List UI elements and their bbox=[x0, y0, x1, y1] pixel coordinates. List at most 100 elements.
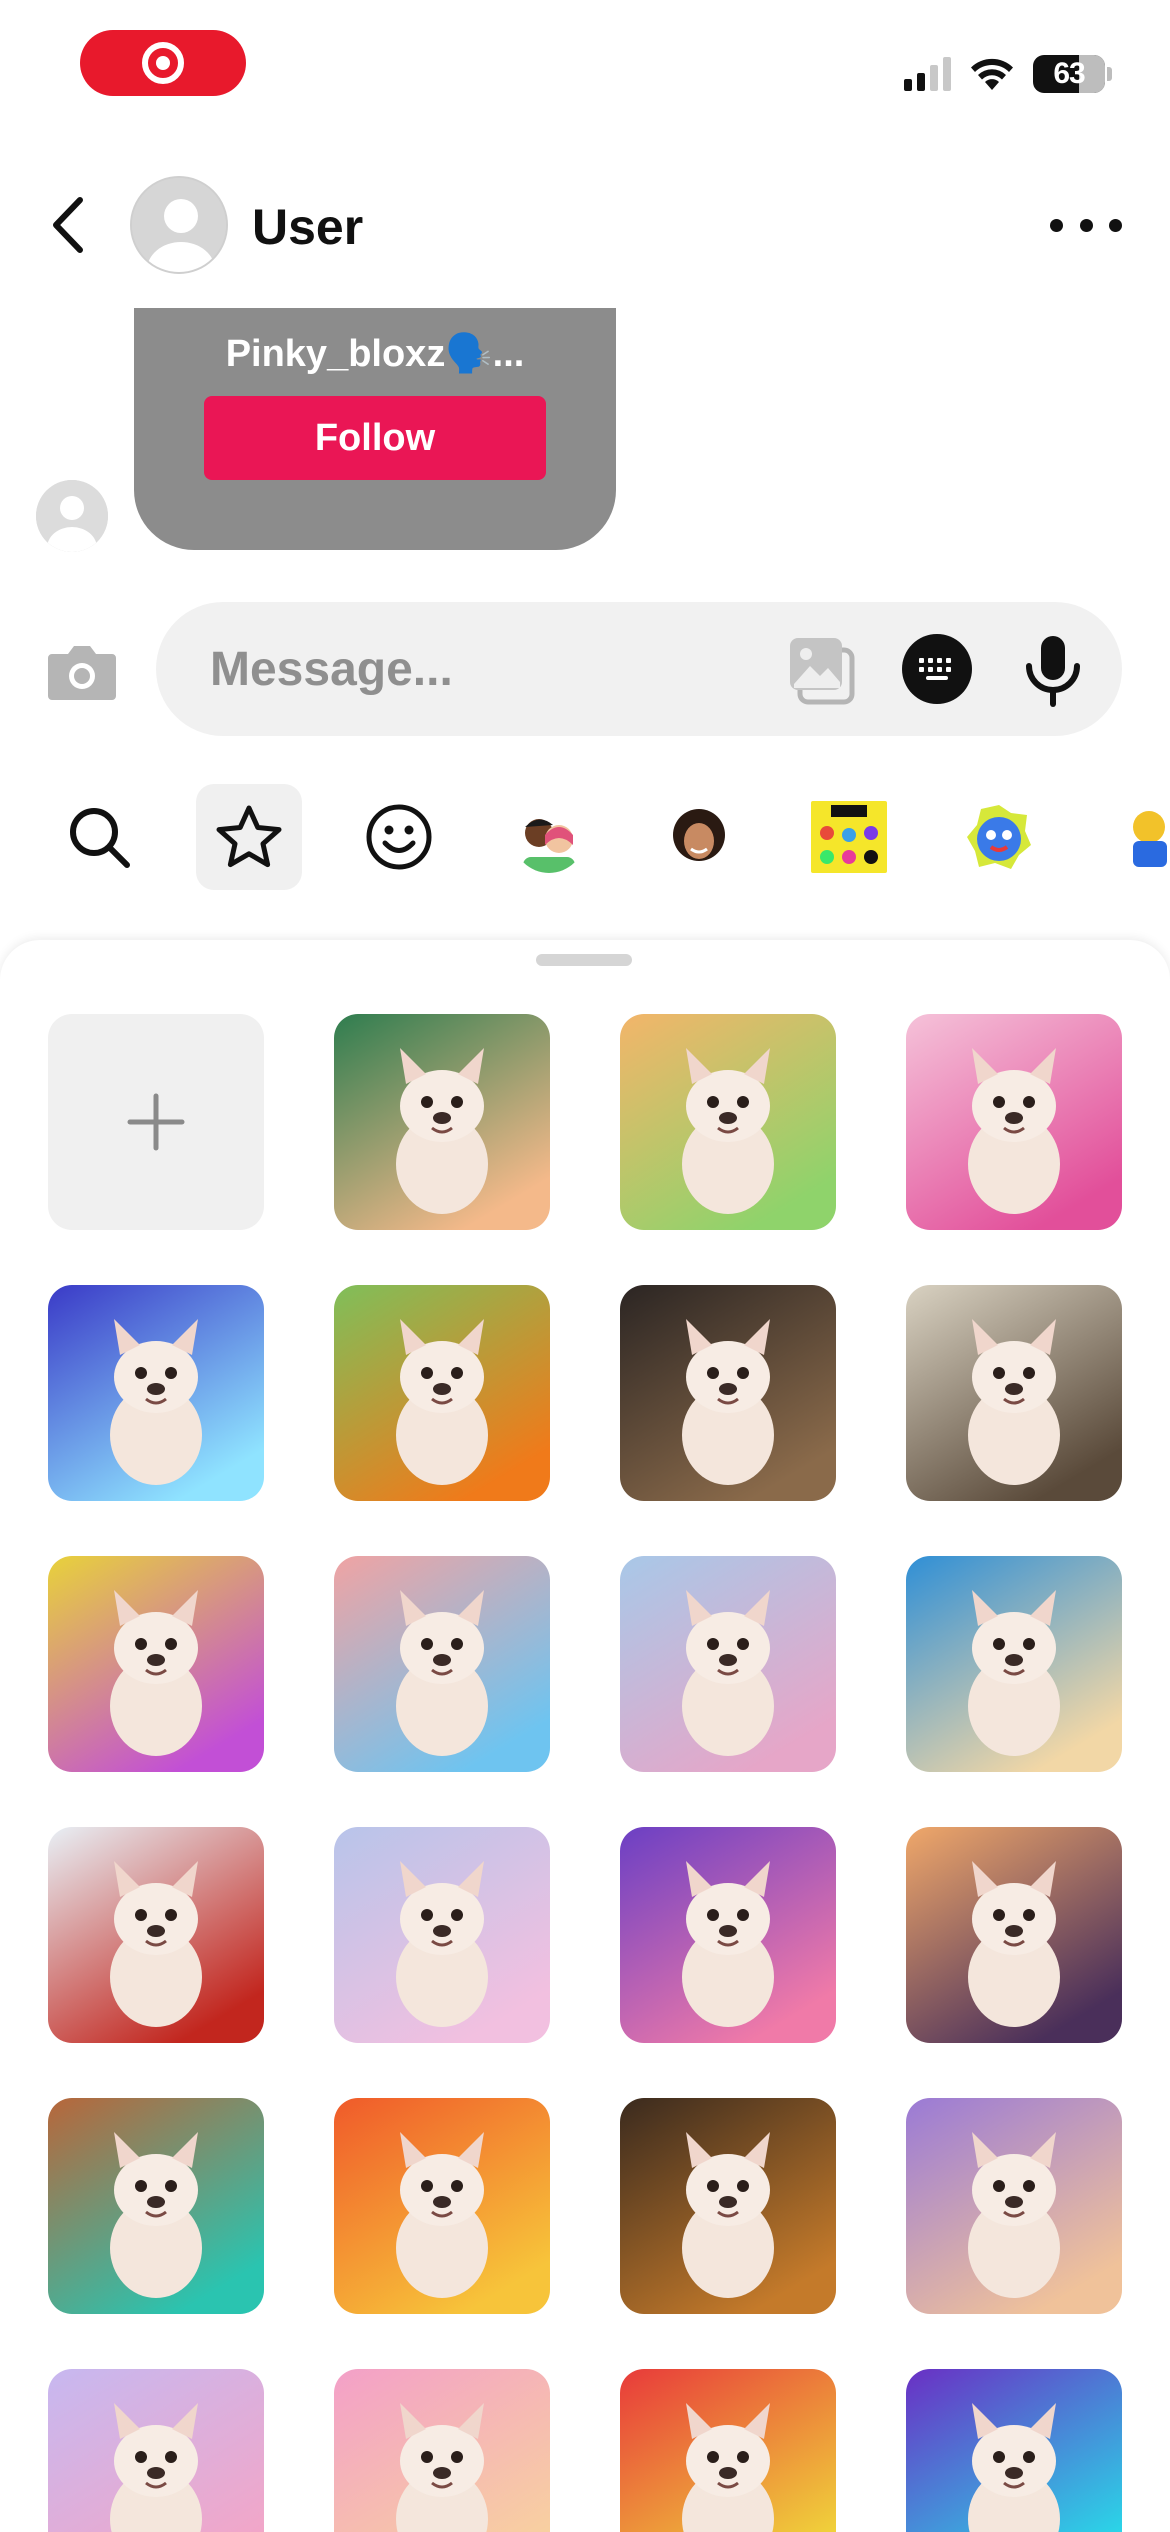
more-button[interactable] bbox=[1050, 202, 1122, 248]
bunny-ears-puppy-image bbox=[620, 1014, 836, 1230]
tab-favorites[interactable] bbox=[196, 784, 302, 890]
battery-level: 63 bbox=[1053, 57, 1085, 90]
sticker-item[interactable] bbox=[334, 1014, 550, 1230]
sticker-item[interactable] bbox=[620, 1556, 836, 1772]
message-composer bbox=[0, 600, 1170, 740]
wifi-icon bbox=[971, 58, 1013, 90]
goku-puppy-image bbox=[334, 1285, 550, 1501]
keyboard-icon bbox=[919, 658, 951, 680]
ice-princess-puppy-image bbox=[48, 1285, 264, 1501]
sticker-item[interactable] bbox=[48, 2098, 264, 2314]
sticker-item[interactable] bbox=[48, 1285, 264, 1501]
bow-puppy-image bbox=[334, 2369, 550, 2532]
balloon-puppy-image bbox=[620, 2369, 836, 2532]
sticker-item[interactable] bbox=[620, 2369, 836, 2532]
tab-sticker-pack-blue[interactable] bbox=[946, 784, 1052, 890]
dancing-puppy-green-image bbox=[334, 1014, 550, 1230]
add-sticker-button[interactable] bbox=[48, 1014, 264, 1230]
microphone-icon bbox=[1026, 636, 1080, 707]
sticker-item[interactable] bbox=[334, 1556, 550, 1772]
record-icon bbox=[142, 42, 184, 84]
sticker-item[interactable] bbox=[334, 2098, 550, 2314]
plus-icon bbox=[127, 1093, 185, 1151]
rainy-street-pups-image bbox=[620, 1285, 836, 1501]
sticker-item[interactable] bbox=[620, 2098, 836, 2314]
status-icons: 63 bbox=[904, 50, 1112, 98]
default-avatar-icon bbox=[36, 480, 108, 552]
tab-sticker-pack-yellow[interactable] bbox=[796, 784, 902, 890]
castle-puppy-image bbox=[906, 2098, 1122, 2314]
tab-avatar-pack[interactable] bbox=[496, 784, 602, 890]
sticker-item[interactable] bbox=[620, 1827, 836, 2043]
cowboy-pups-image bbox=[620, 2098, 836, 2314]
message-box bbox=[156, 602, 1122, 736]
unicorn-puppy-image bbox=[334, 1827, 550, 2043]
back-icon bbox=[53, 197, 83, 253]
message-input[interactable] bbox=[210, 632, 770, 706]
deck-puppy-image bbox=[48, 2098, 264, 2314]
sticker-pack-yellow-thumbnail bbox=[811, 801, 887, 873]
sender-avatar[interactable] bbox=[36, 480, 108, 552]
fountain-pups-image bbox=[620, 1556, 836, 1772]
signal-icon bbox=[904, 57, 951, 91]
headphones-puppy-image bbox=[906, 2369, 1122, 2532]
avatar-pack-thumbnail bbox=[513, 801, 585, 873]
sticker-item[interactable] bbox=[334, 1827, 550, 2043]
sticker-item[interactable] bbox=[906, 1014, 1122, 1230]
status-bar: 63 bbox=[0, 0, 1170, 130]
microphone-button[interactable] bbox=[1018, 630, 1088, 710]
sticker-item[interactable] bbox=[48, 1827, 264, 2043]
pink-bedroom-puppy-image bbox=[906, 1014, 1122, 1230]
more-icon bbox=[1050, 218, 1063, 232]
battery-icon: 63 bbox=[1033, 55, 1105, 93]
sticker-pack-blue-thumbnail bbox=[963, 801, 1035, 873]
tab-sticker-pack-partial[interactable] bbox=[1096, 784, 1170, 890]
default-avatar-icon bbox=[132, 178, 226, 272]
page-title[interactable]: User bbox=[252, 198, 363, 256]
sticker-pack-partial-thumbnail bbox=[1113, 801, 1170, 873]
banana-dance-pups-image bbox=[48, 1556, 264, 1772]
fries-puppy-image bbox=[334, 2098, 550, 2314]
sticker-item[interactable] bbox=[906, 1556, 1122, 1772]
sticker-item[interactable] bbox=[620, 1014, 836, 1230]
screen-recording-indicator[interactable] bbox=[80, 30, 246, 96]
camera-button[interactable] bbox=[46, 640, 118, 702]
sticker-item[interactable] bbox=[334, 1285, 550, 1501]
chat-header: User bbox=[0, 160, 1170, 290]
shared-profile-username: Pinky_bloxz🗣️... bbox=[225, 333, 525, 375]
sticker-item[interactable] bbox=[334, 2369, 550, 2532]
sticker-sheet bbox=[0, 940, 1170, 2532]
sticker-tabs bbox=[0, 780, 1170, 890]
sticker-item[interactable] bbox=[906, 1285, 1122, 1501]
sticker-item[interactable] bbox=[906, 2098, 1122, 2314]
sticker-grid bbox=[48, 1014, 1122, 2532]
gallery-button[interactable] bbox=[786, 634, 858, 706]
sticker-item[interactable] bbox=[906, 1827, 1122, 2043]
tab-avatar-portrait[interactable] bbox=[646, 784, 752, 890]
camera-icon bbox=[48, 646, 116, 700]
rose-puppy-image bbox=[620, 1827, 836, 2043]
sheet-grabber[interactable] bbox=[536, 954, 632, 966]
avatar[interactable] bbox=[130, 176, 228, 274]
sticker-item[interactable] bbox=[906, 2369, 1122, 2532]
follow-button[interactable]: Follow bbox=[204, 396, 546, 480]
keyboard-button[interactable] bbox=[902, 634, 972, 704]
beach-dolphin-puppy-image bbox=[906, 1556, 1122, 1772]
star-icon bbox=[216, 805, 282, 868]
sticker-item[interactable] bbox=[620, 1285, 836, 1501]
sticker-item[interactable] bbox=[48, 2369, 264, 2532]
back-button[interactable] bbox=[38, 190, 98, 260]
shared-profile-card[interactable]: Pinky_bloxz🗣️... Follow bbox=[134, 308, 616, 550]
avatar-portrait-thumbnail bbox=[663, 801, 735, 873]
sticker-item[interactable] bbox=[48, 1556, 264, 1772]
smiley-icon bbox=[366, 804, 432, 870]
search-icon bbox=[70, 808, 130, 868]
tab-search[interactable] bbox=[46, 784, 152, 890]
rainbow-sky-puppy-image bbox=[48, 2369, 264, 2532]
rainbow-cool-puppy-image bbox=[334, 1556, 550, 1772]
gallery-icon bbox=[790, 638, 855, 705]
grocery-puppy-image bbox=[906, 1285, 1122, 1501]
bee-puppy-image bbox=[48, 1827, 264, 2043]
sunset-puppy-image bbox=[906, 1827, 1122, 2043]
tab-emoji[interactable] bbox=[346, 784, 452, 890]
